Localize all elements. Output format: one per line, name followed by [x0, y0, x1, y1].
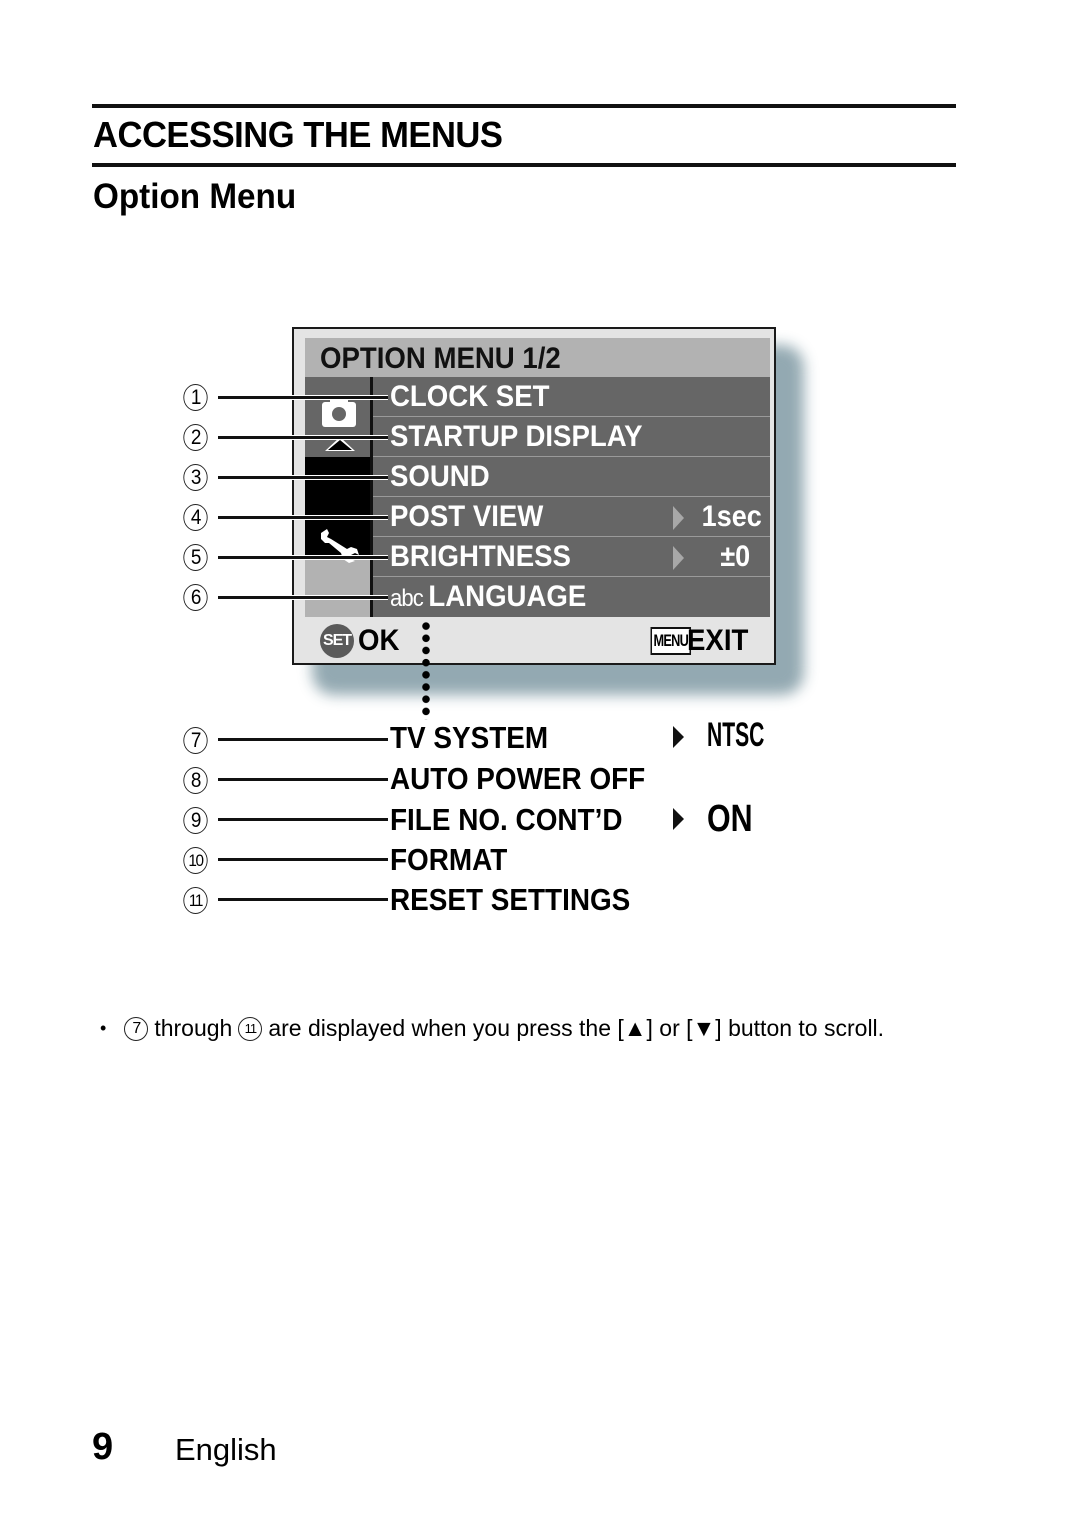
menu-item-label: STARTUP DISPLAY — [390, 420, 643, 453]
chevron-right-icon — [673, 726, 684, 748]
callout-number: 4 — [183, 504, 208, 531]
callout-number: 11 — [238, 1016, 263, 1041]
scroll-continuation-dots — [422, 620, 430, 720]
scroll-item-label: TV SYSTEM — [390, 720, 549, 755]
callout-number: 10 — [183, 847, 208, 874]
callout-line — [218, 738, 388, 741]
callout-line — [218, 515, 388, 520]
menu-button-icon: MENU — [650, 627, 692, 655]
page-number: 9 — [92, 1426, 114, 1468]
callout-line — [218, 898, 388, 901]
chevron-right-icon — [673, 506, 684, 530]
callout-number: 7 — [183, 727, 208, 754]
menu-item-label-wrap: abc LANGUAGE — [390, 580, 586, 614]
callout-line — [218, 475, 388, 480]
menu-items: CLOCK SET STARTUP DISPLAY SOUND POST VIE… — [373, 377, 770, 617]
chevron-right-icon — [673, 808, 684, 830]
section-title: ACCESSING THE MENUS — [93, 114, 503, 155]
callout-number: 1 — [183, 384, 208, 411]
menu-item-startup-display[interactable]: STARTUP DISPLAY — [373, 417, 770, 457]
camera-lens — [332, 407, 346, 421]
callout-line — [218, 778, 388, 781]
set-button-icon: SET — [320, 624, 354, 658]
menu-item-label: SOUND — [390, 460, 490, 493]
menu-tab-column — [305, 377, 399, 617]
scroll-item-label: AUTO POWER OFF — [390, 761, 646, 796]
note-text: are displayed when you press the [▲] or … — [268, 1015, 885, 1041]
menu-item-label: BRIGHTNESS — [390, 540, 571, 573]
language-icon: abc — [390, 585, 424, 612]
chevron-right-icon — [673, 546, 684, 570]
menu-item-value: ±0 — [720, 540, 750, 573]
callout-line — [218, 555, 388, 560]
menu-item-language[interactable]: abc LANGUAGE — [373, 577, 770, 617]
scroll-up-icon-fill — [328, 440, 352, 450]
top-rule — [92, 104, 956, 108]
callout-line — [218, 595, 388, 600]
menu-item-brightness[interactable]: BRIGHTNESS ±0 — [373, 537, 770, 577]
scroll-item-value: ON — [707, 798, 753, 840]
exit-hint: MENU EXIT — [637, 619, 754, 663]
menu-item-label: CLOCK SET — [390, 380, 550, 413]
menu-item-sound[interactable]: SOUND — [373, 457, 770, 497]
callout-number: 2 — [183, 424, 208, 451]
callout-line — [218, 858, 388, 861]
menu-item-label: POST VIEW — [390, 500, 544, 533]
callout-number: 3 — [183, 464, 208, 491]
note-through: through — [154, 1015, 233, 1041]
scroll-note: • 7 through 11 are displayed when you pr… — [100, 1015, 884, 1042]
scroll-item-label: RESET SETTINGS — [390, 882, 631, 917]
scroll-item-label: FORMAT — [390, 842, 508, 877]
callout-number: 6 — [183, 584, 208, 611]
callout-line — [218, 818, 388, 821]
callout-number: 5 — [183, 544, 208, 571]
subsection-title: Option Menu — [93, 177, 297, 216]
menu-item-label: LANGUAGE — [428, 580, 587, 613]
scroll-item-label: FILE NO. CONT’D — [390, 802, 623, 837]
callout-number: 11 — [183, 887, 208, 914]
option-menu-screen: OPTION MENU 1/2 CLOCK SET STARTUP DISPLA… — [292, 327, 776, 665]
tab-shooting[interactable] — [305, 377, 372, 457]
scroll-item-value: NTSC — [707, 716, 765, 754]
menu-item-clock-set[interactable]: CLOCK SET — [373, 377, 770, 417]
callout-line — [218, 395, 388, 400]
callout-number: 9 — [183, 807, 208, 834]
ok-hint: SET OK — [320, 619, 403, 663]
page-language: English — [175, 1432, 277, 1467]
callout-number: 7 — [124, 1016, 149, 1041]
callout-line — [218, 435, 388, 440]
callout-number: 8 — [183, 767, 208, 794]
ok-label: OK — [358, 624, 400, 657]
section-rule — [92, 163, 956, 167]
menu-title: OPTION MENU 1/2 — [320, 342, 561, 375]
menu-title-bar: OPTION MENU 1/2 — [305, 338, 770, 377]
exit-label: EXIT — [687, 624, 749, 657]
menu-item-value: 1sec — [701, 500, 762, 533]
menu-item-post-view[interactable]: POST VIEW 1sec — [373, 497, 770, 537]
bullet: • — [100, 1018, 107, 1038]
